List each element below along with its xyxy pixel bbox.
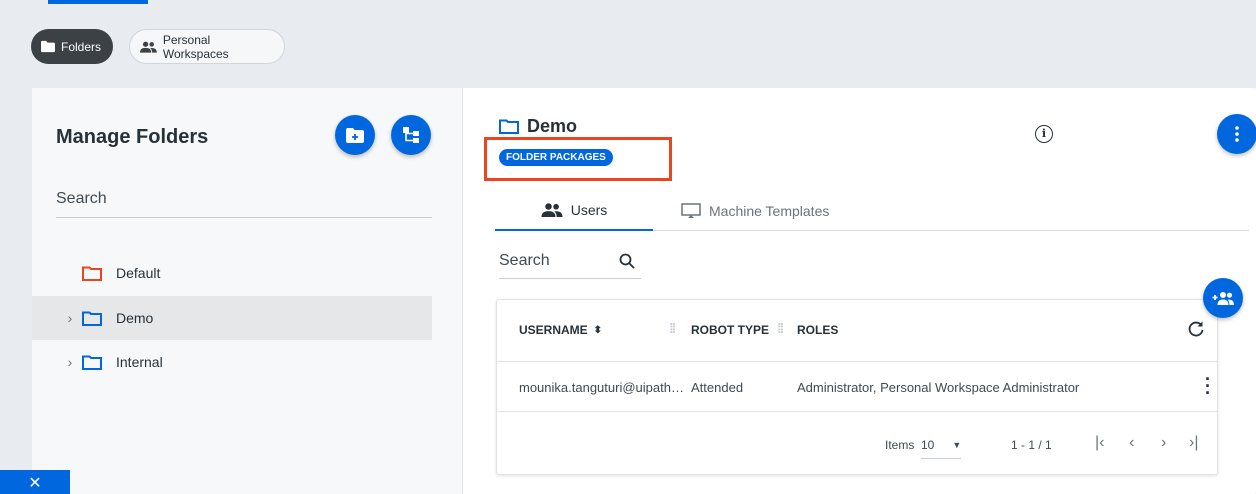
add-user-icon [1212, 292, 1234, 305]
last-page-icon[interactable]: ›| [1189, 434, 1198, 452]
folder-icon [41, 40, 55, 53]
add-folder-button[interactable] [335, 115, 375, 155]
row-more-vert-icon[interactable]: · · · [1205, 370, 1211, 402]
active-tab-indicator [48, 0, 148, 4]
detail-tabs: Users Machine Templates [495, 190, 1249, 231]
tab-machine-templates-label: Machine Templates [709, 202, 830, 219]
folder-icon [499, 119, 519, 134]
prev-page-icon[interactable]: ‹ [1129, 434, 1134, 452]
tree-item-default[interactable]: Default [32, 251, 432, 295]
folders-panel: Manage Folders Search Default › Demo › I… [32, 88, 463, 494]
chevron-right-icon[interactable]: › [64, 354, 76, 370]
info-icon[interactable]: i [1035, 125, 1053, 143]
folder-detail-panel: Demo FOLDER PACKAGES i Users Machine Tem… [463, 88, 1256, 494]
folder-search-input[interactable]: Search [56, 186, 432, 218]
more-actions-button[interactable] [1217, 114, 1256, 154]
people-icon [140, 41, 157, 53]
tree-item-internal[interactable]: › Internal [32, 340, 432, 384]
page-size-select[interactable]: 10 ▼ [921, 432, 962, 459]
col-robot-type[interactable]: ROBOT TYPE [691, 323, 769, 337]
more-vert-icon [1235, 126, 1239, 142]
tab-users-label: Users [570, 201, 608, 218]
people-icon [541, 202, 563, 217]
close-button[interactable]: ✕ [0, 470, 70, 494]
col-username[interactable]: USERNAME ⬍ [519, 323, 602, 337]
tab-machine-templates[interactable]: Machine Templates [681, 190, 829, 231]
sort-icon[interactable]: ⬍ [594, 325, 602, 336]
machine-icon [681, 202, 701, 218]
folder-title-text: Demo [527, 116, 578, 136]
tree-icon [403, 127, 419, 143]
users-table: USERNAME ⬍ ⁞⁞ ROBOT TYPE ⁞⁞ ROLES mounik… [496, 299, 1218, 475]
first-page-icon[interactable]: |‹ [1095, 434, 1104, 452]
tab-users[interactable]: Users [495, 190, 653, 231]
refresh-icon[interactable] [1187, 320, 1205, 338]
chevron-down-icon: ▼ [952, 440, 962, 450]
highlight-box [484, 137, 672, 181]
col-robot-type-label: ROBOT TYPE [691, 323, 770, 337]
close-icon: ✕ [28, 475, 42, 492]
add-user-button[interactable] [1203, 278, 1243, 318]
next-page-icon[interactable]: › [1161, 434, 1166, 452]
table-header: USERNAME ⬍ ⁞⁞ ROBOT TYPE ⁞⁞ ROLES [497, 300, 1217, 362]
pagination: Items 10 ▼ 1 - 1 / 1 |‹ ‹ › ›| [497, 412, 1217, 476]
folders-card: Manage Folders Search Default › Demo › I… [32, 88, 1256, 494]
col-roles-label: ROLES [797, 323, 839, 337]
personal-workspaces-pill-label: Personal Workspaces [162, 32, 229, 61]
col-roles[interactable]: ROLES [797, 323, 838, 337]
tree-item-demo[interactable]: › Demo [32, 296, 432, 340]
folder-icon [82, 311, 102, 326]
col-username-label: USERNAME [519, 323, 588, 337]
column-drag-handle[interactable]: ⁞⁞ [777, 320, 784, 336]
table-row[interactable]: mounika.tanguturi@uipath… Attended Admin… [497, 362, 1217, 412]
folder-icon [82, 355, 102, 370]
cell-username: mounika.tanguturi@uipath… [519, 380, 684, 395]
search-icon[interactable] [619, 253, 635, 269]
users-search-input[interactable]: Search [499, 244, 641, 279]
tree-item-label: Internal [116, 354, 163, 370]
folder-hierarchy-button[interactable] [391, 115, 431, 155]
page-range: 1 - 1 / 1 [1011, 438, 1052, 452]
add-folder-icon [346, 127, 364, 143]
workspace-filter: Folders Personal Workspaces [31, 29, 285, 64]
folder-icon [82, 266, 102, 281]
folder-title: Demo [499, 116, 577, 137]
users-search-placeholder: Search [499, 252, 550, 269]
folders-pill-label: Folders [60, 39, 101, 54]
tree-item-label: Demo [116, 310, 154, 326]
items-label: Items [885, 438, 915, 452]
cell-roles: Administrator, Personal Workspace Admini… [797, 380, 1080, 395]
chevron-right-icon[interactable]: › [64, 310, 76, 326]
cell-robot-type: Attended [691, 380, 744, 395]
folders-pill[interactable]: Folders [31, 29, 113, 64]
tree-item-label: Default [116, 265, 161, 281]
column-drag-handle[interactable]: ⁞⁞ [669, 320, 676, 336]
panel-title: Manage Folders [56, 126, 209, 148]
page-size-value: 10 [921, 438, 935, 452]
personal-workspaces-pill[interactable]: Personal Workspaces [129, 29, 285, 64]
